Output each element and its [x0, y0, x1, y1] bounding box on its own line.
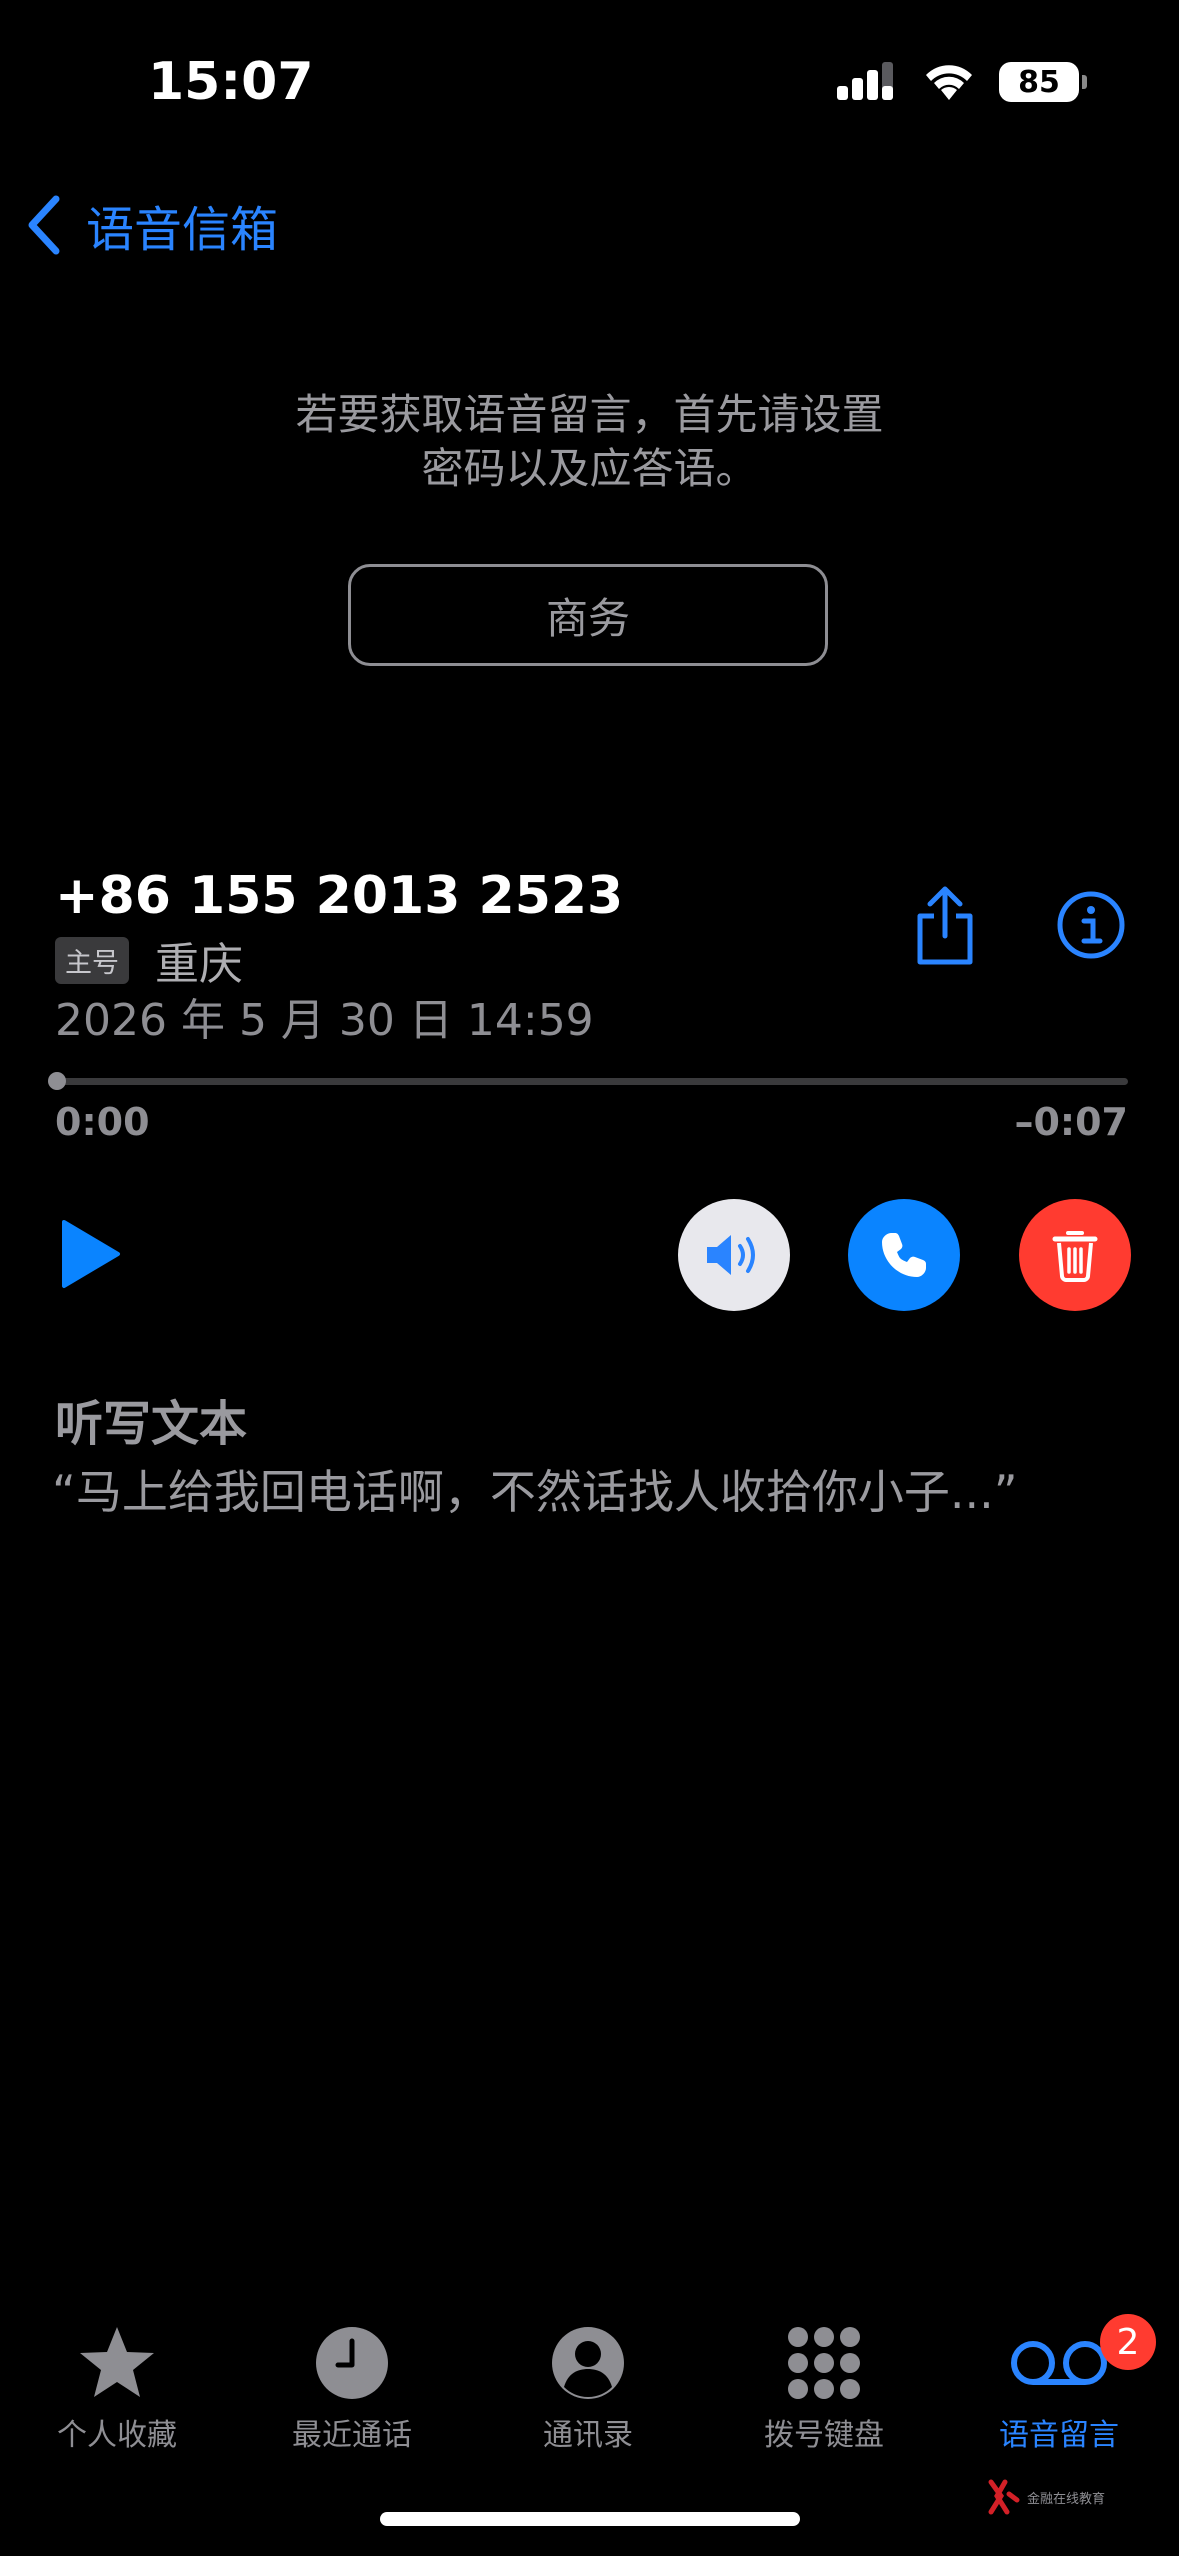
- wifi-icon: [926, 65, 972, 100]
- back-button[interactable]: 语音信箱: [24, 190, 278, 260]
- number-label-badge: 主号: [55, 936, 129, 984]
- prompt-line-1: 若要获取语音留言，首先请设置: [295, 390, 884, 439]
- chevron-left-icon: [28, 195, 60, 255]
- caller-location: 重庆: [155, 939, 243, 990]
- call-back-button[interactable]: [848, 1199, 960, 1311]
- share-icon: [917, 886, 973, 965]
- watermark-logo-icon: [988, 2479, 1020, 2515]
- tab-contacts[interactable]: 通讯录: [488, 2320, 688, 2454]
- setup-prompt: 若要获取语音留言，首先请设置 密码以及应答语。: [150, 388, 1029, 496]
- status-icons: 85: [837, 62, 1087, 102]
- share-button[interactable]: [910, 884, 980, 970]
- home-indicator[interactable]: [380, 2512, 800, 2526]
- tab-label: 拨号键盘: [764, 2418, 884, 2453]
- tab-keypad[interactable]: 拨号键盘: [724, 2320, 924, 2454]
- voicemail-count-badge: 2: [1100, 2314, 1156, 2370]
- transcript-text: “马上给我回电话啊，不然话找人收拾你小子...”: [52, 1465, 1018, 1519]
- business-greeting-button[interactable]: 商务: [348, 564, 828, 666]
- star-icon: [80, 2327, 154, 2397]
- tab-label: 最近通话: [292, 2418, 412, 2453]
- play-button[interactable]: [60, 1218, 122, 1294]
- trash-icon: [1052, 1231, 1098, 1282]
- keypad-icon: [788, 2327, 860, 2399]
- info-icon: [1057, 891, 1125, 959]
- status-time: 15:07: [148, 52, 314, 112]
- tab-favorites[interactable]: 个人收藏: [17, 2320, 217, 2454]
- contact-icon: [552, 2327, 624, 2399]
- playback-progress-track[interactable]: [56, 1078, 1128, 1085]
- caller-number: +86 155 2013 2523: [55, 866, 624, 926]
- battery-indicator: 85: [999, 62, 1087, 102]
- delete-button[interactable]: [1019, 1199, 1131, 1311]
- transcript-title: 听写文本: [55, 1396, 248, 1452]
- play-icon: [62, 1220, 120, 1288]
- playback-scrubber-handle[interactable]: [48, 1072, 66, 1090]
- tab-label: 通讯录: [543, 2418, 633, 2453]
- prompt-line-2: 密码以及应答语。: [421, 444, 758, 493]
- watermark-text: 金融在线教育: [1027, 2491, 1106, 2507]
- tab-label: 语音留言: [999, 2418, 1119, 2453]
- message-datetime: 2026 年 5 月 30 日 14:59: [55, 995, 594, 1046]
- tab-recents[interactable]: 最近通话: [252, 2320, 452, 2454]
- speaker-icon: [707, 1235, 755, 1275]
- back-label: 语音信箱: [86, 202, 279, 258]
- voicemail-icon: [1011, 2341, 1107, 2385]
- clock-icon: [316, 2327, 388, 2399]
- info-button[interactable]: [1056, 890, 1126, 964]
- remaining-time: –0:07: [1014, 1100, 1128, 1144]
- elapsed-time: 0:00: [55, 1100, 150, 1144]
- caller-details: 主号 重庆: [55, 928, 243, 992]
- speaker-button[interactable]: [678, 1199, 790, 1311]
- watermark: 金融在线教育: [985, 2478, 1105, 2516]
- tab-label: 个人收藏: [57, 2418, 177, 2453]
- phone-icon: [882, 1233, 926, 1277]
- signal-icon: [837, 62, 893, 100]
